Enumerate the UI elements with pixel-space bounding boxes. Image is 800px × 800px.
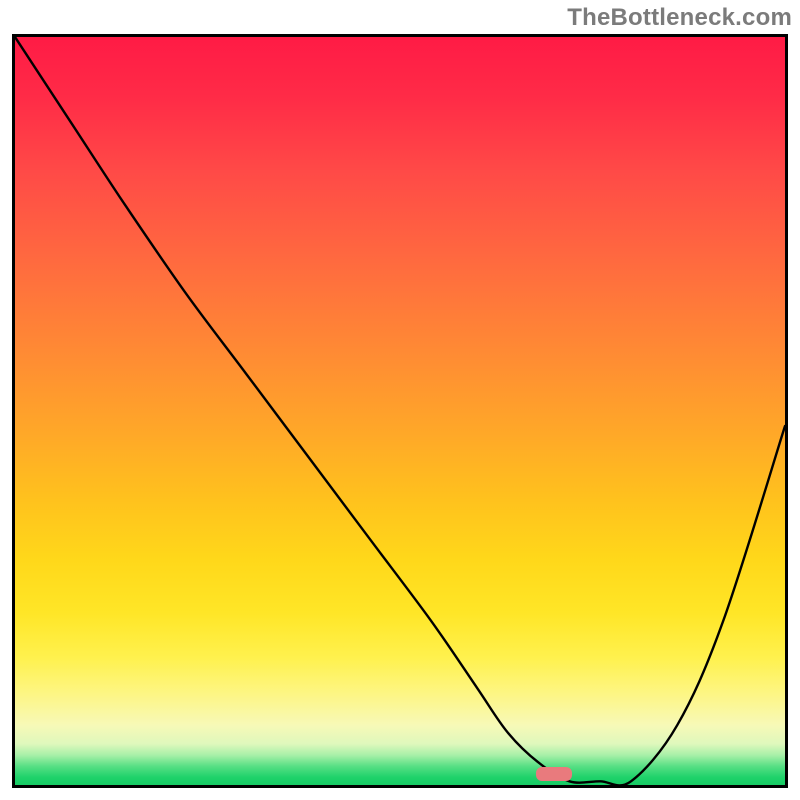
- watermark-text: TheBottleneck.com: [567, 4, 792, 32]
- bottleneck-plot-frame: [12, 34, 788, 788]
- bottleneck-curve-path: [15, 37, 785, 785]
- bottleneck-curve-svg: [15, 37, 785, 785]
- bottleneck-marker: [536, 767, 572, 781]
